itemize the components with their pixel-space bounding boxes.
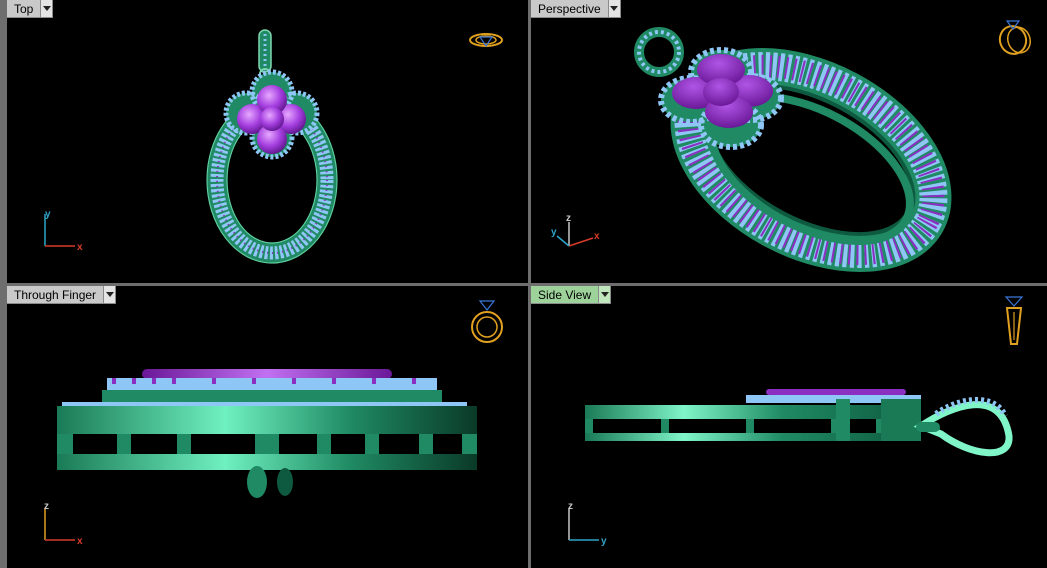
axis-indicator-through-finger: z x <box>44 501 83 546</box>
viewport-title-side-view[interactable]: Side View <box>531 286 598 303</box>
axis-label-h: x <box>77 536 83 546</box>
viewport-title-perspective[interactable]: Perspective <box>531 0 608 17</box>
axis-label-v: z <box>568 501 573 512</box>
viewport-tab-perspective[interactable]: Perspective <box>531 0 621 18</box>
viewport-side-view[interactable]: Side View z y <box>531 286 1047 568</box>
viewport-title-through-finger[interactable]: Through Finger <box>7 286 103 303</box>
axis-label-h: x <box>77 242 83 252</box>
ring-perspective-icon <box>998 20 1032 55</box>
axis-label-v: y <box>45 209 51 220</box>
dropdown-arrow-icon[interactable] <box>607 0 620 17</box>
ring-side-icon <box>1004 296 1024 345</box>
viewport-top[interactable]: Top y x <box>7 0 528 283</box>
viewport-through-finger[interactable]: Through Finger z x <box>7 286 528 568</box>
ring-top-icon <box>469 33 503 48</box>
viewport-perspective[interactable]: Perspective z x y <box>531 0 1047 283</box>
axis-label-c: z <box>566 213 571 224</box>
axis-label-v: z <box>44 501 49 512</box>
axis-indicator-side-view: z y <box>568 501 607 546</box>
dropdown-arrow-icon[interactable] <box>103 286 116 303</box>
axis-label-h: y <box>601 536 607 546</box>
axis-label-a: x <box>594 231 600 242</box>
axis-indicator-top: y x <box>44 209 83 252</box>
viewport-tab-side-view[interactable]: Side View <box>531 286 612 304</box>
viewport-tab-top[interactable]: Top <box>7 0 54 18</box>
dropdown-arrow-icon[interactable] <box>40 0 53 17</box>
axis-label-b: y <box>551 227 557 238</box>
viewport-tab-through-finger[interactable]: Through Finger <box>7 286 117 304</box>
axis-indicator-perspective: z x y <box>551 213 600 247</box>
dropdown-arrow-icon[interactable] <box>598 286 611 303</box>
viewport-title-top[interactable]: Top <box>7 0 40 17</box>
ring-front-icon <box>471 300 503 343</box>
